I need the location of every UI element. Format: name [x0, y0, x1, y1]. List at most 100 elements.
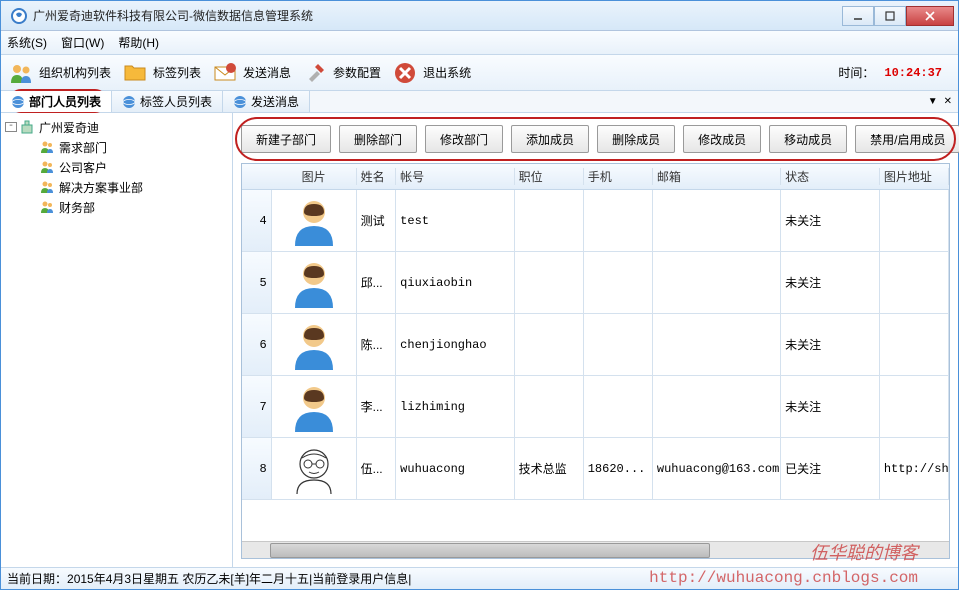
delete-dept-button[interactable]: 删除部门	[339, 125, 417, 153]
cell-position	[515, 376, 584, 437]
tab-dept-members[interactable]: 部门人员列表	[1, 91, 112, 112]
tree-root-label: 广州爱奇迪	[39, 119, 99, 136]
menu-bar: 系统(S) 窗口(W) 帮助(H)	[1, 31, 958, 55]
scrollbar-thumb[interactable]	[270, 543, 710, 558]
cell-image-url	[880, 190, 949, 251]
maximize-button[interactable]	[874, 6, 906, 26]
cell-image	[272, 376, 357, 437]
toolbar-exit-label: 退出系统	[423, 64, 471, 81]
toolbar-tag-list[interactable]: 标签列表	[121, 59, 201, 87]
minimize-button[interactable]	[842, 6, 874, 26]
status-user-label: 当前登录用户信息	[312, 570, 408, 587]
toolbar-org-list[interactable]: 组织机构列表	[7, 59, 111, 87]
time-label: 时间：	[838, 64, 874, 81]
tree-node[interactable]: 公司客户	[1, 157, 232, 177]
content-pane: 新建子部门 删除部门 修改部门 添加成员 删除成员 修改成员 移动成员 禁用/启…	[233, 113, 958, 567]
tab-dropdown-icon[interactable]: ▼	[928, 96, 938, 107]
tree-node-label: 公司客户	[59, 159, 107, 176]
table-row[interactable]: 6陈...chenjionghao未关注	[242, 314, 949, 376]
expander-icon[interactable]: -	[5, 122, 17, 132]
status-date-value: 2015年4月3日星期五 农历乙未[羊]年二月十五	[67, 570, 309, 587]
col-image-url[interactable]: 图片地址	[880, 168, 949, 185]
col-account[interactable]: 帐号	[396, 168, 514, 185]
window-controls	[842, 6, 954, 26]
cell-account: qiuxiaobin	[396, 252, 514, 313]
grid-header: 图片 姓名 帐号 职位 手机 邮箱 状态 图片地址	[242, 164, 949, 190]
toolbar-org-label: 组织机构列表	[39, 64, 111, 81]
delete-member-button[interactable]: 删除成员	[597, 125, 675, 153]
cell-mobile: 18620...	[584, 438, 653, 499]
cell-status: 未关注	[781, 190, 880, 251]
menu-system[interactable]: 系统(S)	[7, 34, 47, 51]
cell-name: 李...	[357, 376, 397, 437]
tab-label: 标签人员列表	[140, 93, 212, 110]
tree-node[interactable]: 财务部	[1, 197, 232, 217]
toolbar-send-message[interactable]: 发送消息	[211, 59, 291, 87]
table-row[interactable]: 5邱...qiuxiaobin未关注	[242, 252, 949, 314]
mail-icon	[211, 59, 239, 87]
row-index: 4	[242, 190, 272, 251]
table-row[interactable]: 8伍...wuhuacong技术总监18620...wuhuacong@163.…	[242, 438, 949, 500]
tree-node[interactable]: 解决方案事业部	[1, 177, 232, 197]
globe-icon	[233, 95, 247, 109]
col-name[interactable]: 姓名	[357, 168, 397, 185]
title-bar: 广州爱奇迪软件科技有限公司-微信数据信息管理系统	[1, 1, 958, 31]
people-icon	[7, 59, 35, 87]
col-position[interactable]: 职位	[515, 168, 584, 185]
horizontal-scrollbar[interactable]	[242, 541, 949, 558]
cell-status: 未关注	[781, 252, 880, 313]
watermark-url: http://wuhuacong.cnblogs.com	[649, 569, 918, 587]
avatar-icon	[289, 320, 339, 370]
toolbar-tag-label: 标签列表	[153, 64, 201, 81]
cell-image	[272, 190, 357, 251]
col-image[interactable]: 图片	[272, 168, 357, 185]
table-row[interactable]: 7李...lizhiming未关注	[242, 376, 949, 438]
edit-member-button[interactable]: 修改成员	[683, 125, 761, 153]
main-toolbar: 组织机构列表 标签列表 发送消息 参数配置 退出系统 时间： 10:24:37	[1, 55, 958, 91]
tree-node[interactable]: 需求部门	[1, 137, 232, 157]
move-member-button[interactable]: 移动成员	[769, 125, 847, 153]
time-value: 10:24:37	[884, 66, 942, 80]
cell-status: 未关注	[781, 314, 880, 375]
table-row[interactable]: 4测试test未关注	[242, 190, 949, 252]
cell-account: chenjionghao	[396, 314, 514, 375]
close-button[interactable]	[906, 6, 954, 26]
toolbar-exit[interactable]: 退出系统	[391, 59, 471, 87]
edit-dept-button[interactable]: 修改部门	[425, 125, 503, 153]
col-status[interactable]: 状态	[781, 168, 880, 185]
tree-root[interactable]: - 广州爱奇迪	[1, 117, 232, 137]
cell-image-url	[880, 314, 949, 375]
col-mobile[interactable]: 手机	[584, 168, 653, 185]
cell-image	[272, 252, 357, 313]
action-bar: 新建子部门 删除部门 修改部门 添加成员 删除成员 修改成员 移动成员 禁用/启…	[241, 125, 950, 153]
cell-name: 邱...	[357, 252, 397, 313]
tree-node-label: 解决方案事业部	[59, 179, 143, 196]
status-bar: 当前日期： 2015年4月3日星期五 农历乙未[羊]年二月十五 | 当前登录用户…	[1, 567, 958, 589]
tab-close-icon[interactable]: ✕	[944, 96, 952, 107]
cell-email	[653, 376, 781, 437]
tab-right-controls: ▼ ✕	[922, 91, 958, 112]
tree-node-label: 财务部	[59, 199, 95, 216]
tab-send-message[interactable]: 发送消息	[223, 91, 310, 112]
cell-email	[653, 314, 781, 375]
col-email[interactable]: 邮箱	[653, 168, 781, 185]
cell-image	[272, 314, 357, 375]
folder-icon	[121, 59, 149, 87]
cell-position	[515, 252, 584, 313]
cell-image-url: http://sh	[880, 438, 949, 499]
row-index: 7	[242, 376, 272, 437]
new-subdept-button[interactable]: 新建子部门	[241, 125, 331, 153]
menu-window[interactable]: 窗口(W)	[61, 34, 104, 51]
cell-email	[653, 252, 781, 313]
add-member-button[interactable]: 添加成员	[511, 125, 589, 153]
grid-body[interactable]: 4测试test未关注5邱...qiuxiaobin未关注6陈...chenjio…	[242, 190, 949, 541]
toggle-member-button[interactable]: 禁用/启用成员	[855, 125, 959, 153]
cell-mobile	[584, 252, 653, 313]
action-bar-wrap: 新建子部门 删除部门 修改部门 添加成员 删除成员 修改成员 移动成员 禁用/启…	[241, 121, 950, 163]
toolbar-params-label: 参数配置	[333, 64, 381, 81]
menu-help[interactable]: 帮助(H)	[118, 34, 159, 51]
cell-mobile	[584, 314, 653, 375]
tab-tag-members[interactable]: 标签人员列表	[112, 91, 223, 112]
toolbar-params[interactable]: 参数配置	[301, 59, 381, 87]
tab-label: 发送消息	[251, 93, 299, 110]
